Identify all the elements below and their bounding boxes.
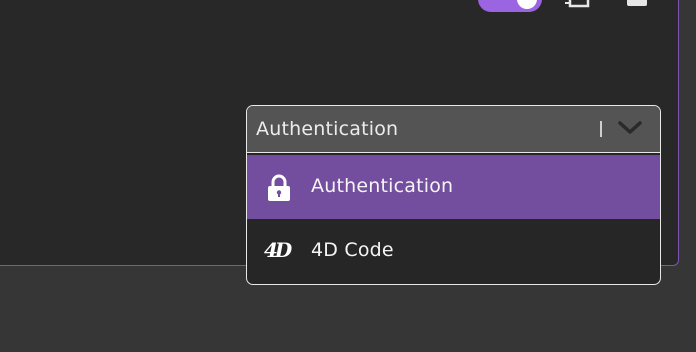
- text-cursor: [600, 121, 602, 137]
- dropdown-select[interactable]: Authentication Authentication 4D 4D Code: [246, 105, 661, 285]
- toggle-switch[interactable]: [478, 0, 542, 12]
- option-label: Authentication: [311, 175, 454, 197]
- select-header[interactable]: Authentication: [247, 106, 660, 153]
- chevron-down-icon[interactable]: [617, 120, 643, 140]
- 4d-logo-icon: 4D: [264, 238, 292, 262]
- option-authentication[interactable]: Authentication: [247, 155, 660, 219]
- lock-icon: [266, 174, 292, 206]
- trash-icon[interactable]: [626, 0, 648, 12]
- selected-value: Authentication: [256, 118, 399, 140]
- app-canvas: Authentication Authentication 4D 4D Code: [0, 0, 696, 352]
- option-label: 4D Code: [311, 239, 394, 261]
- option-4d-code[interactable]: 4D 4D Code: [247, 219, 660, 283]
- toggle-knob: [517, 0, 537, 9]
- copy-icon[interactable]: [564, 0, 592, 12]
